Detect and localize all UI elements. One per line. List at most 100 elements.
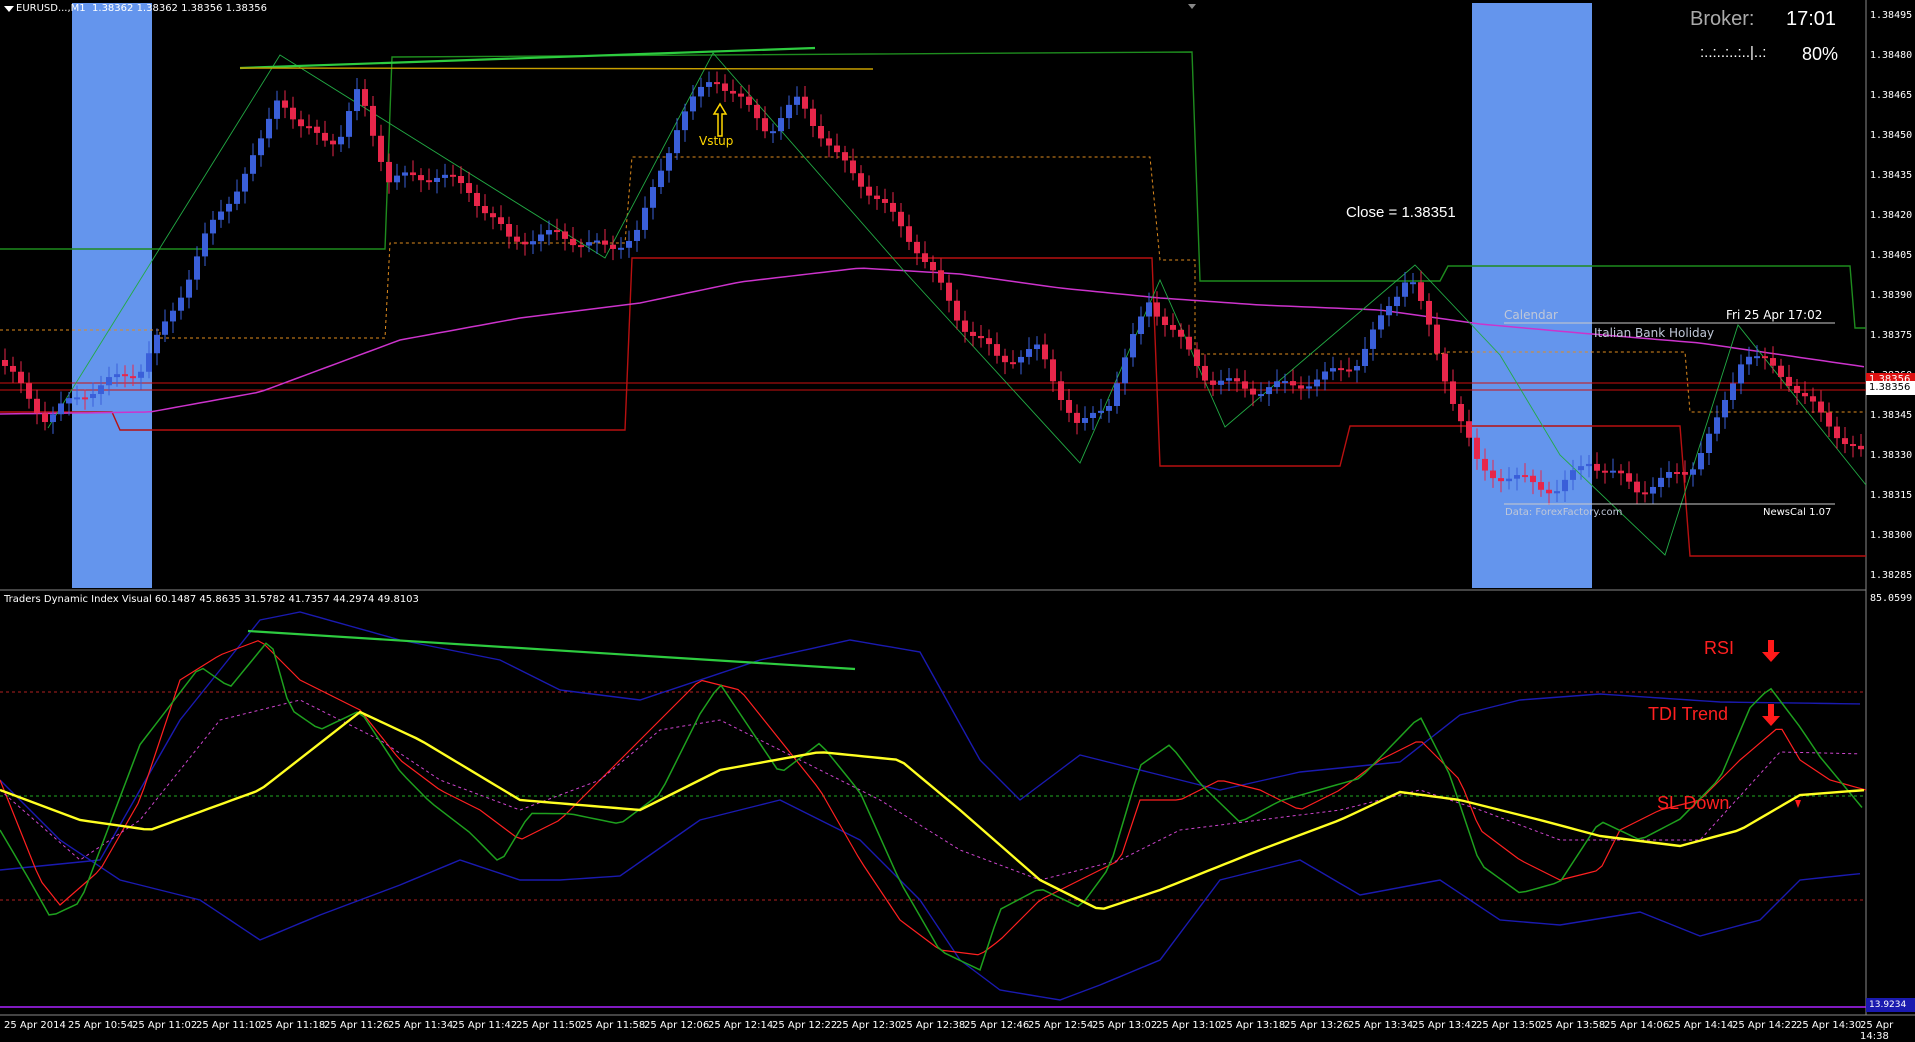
candle-body bbox=[42, 413, 48, 423]
indicator-title[interactable]: Traders Dynamic Index Visual 60.1487 45.… bbox=[4, 594, 419, 605]
sl-down-arrow-icon bbox=[1795, 800, 1801, 808]
candle-body bbox=[1162, 316, 1168, 326]
candle-body bbox=[954, 300, 960, 321]
tdi-signal-line bbox=[0, 640, 1867, 956]
candle-body bbox=[98, 385, 104, 395]
tdi-trade-signal-line bbox=[0, 699, 1861, 881]
candle-body bbox=[714, 82, 720, 85]
candle-body bbox=[418, 175, 424, 181]
candle-body bbox=[1762, 356, 1768, 359]
candle-body bbox=[1626, 473, 1632, 482]
candle-body bbox=[618, 247, 624, 250]
price-scale-tick: 1.38330 bbox=[1870, 450, 1913, 461]
candle-body bbox=[1770, 358, 1776, 366]
candle-body bbox=[890, 202, 896, 212]
tdi-trend-label: TDI Trend bbox=[1648, 704, 1729, 724]
candle-body bbox=[1250, 388, 1256, 395]
time-axis-tick: 25 Apr 14:06 bbox=[1604, 1020, 1670, 1031]
candle-body bbox=[122, 374, 128, 377]
candle-body bbox=[90, 394, 96, 399]
price-scale-tick: 1.38480 bbox=[1870, 50, 1913, 61]
candle-body bbox=[1714, 417, 1720, 434]
candle-progress-bar: :..:..:..:..|..: bbox=[1700, 44, 1767, 61]
candle-body bbox=[114, 374, 120, 378]
candle-body bbox=[58, 403, 64, 415]
candle-body bbox=[602, 240, 608, 245]
candle-body bbox=[466, 183, 472, 193]
candle-body bbox=[218, 211, 224, 220]
candle-body bbox=[34, 398, 40, 414]
candle-body bbox=[1106, 405, 1112, 411]
candle-body bbox=[1410, 282, 1416, 285]
candle-body bbox=[1658, 477, 1664, 487]
candle-body bbox=[1338, 368, 1344, 371]
candle-body bbox=[1530, 475, 1536, 483]
candle-body bbox=[866, 186, 872, 196]
candle-body bbox=[458, 176, 464, 184]
time-axis-tick: 25 Apr 12:22 bbox=[772, 1020, 838, 1031]
price-scale-tick: 1.38450 bbox=[1870, 130, 1913, 141]
candle-body bbox=[1570, 470, 1576, 480]
symbol-dropdown-icon[interactable] bbox=[4, 6, 14, 12]
candle-body bbox=[786, 104, 792, 119]
candle-body bbox=[1514, 475, 1520, 479]
candle-body bbox=[130, 376, 136, 379]
candle-body bbox=[810, 108, 816, 126]
time-axis-tick: 25 Apr 13:10 bbox=[1156, 1020, 1222, 1031]
candle-body bbox=[1098, 410, 1104, 413]
candle-body bbox=[74, 397, 80, 400]
candle-body bbox=[378, 135, 384, 162]
candle-body bbox=[1418, 282, 1424, 301]
candle-body bbox=[834, 145, 840, 153]
indicator-bottom-marker: 13.9234 bbox=[1866, 998, 1915, 1012]
newscal-version: NewsCal 1.07 bbox=[1763, 507, 1832, 518]
candle-body bbox=[1594, 463, 1600, 471]
price-scale-tick: 1.38405 bbox=[1870, 250, 1913, 261]
candle-body bbox=[1482, 458, 1488, 471]
time-axis-tick: 25 Apr 13:42 bbox=[1412, 1020, 1478, 1031]
candle-body bbox=[1034, 344, 1040, 350]
time-axis-tick: 25 Apr 12:14 bbox=[708, 1020, 774, 1031]
candle-body bbox=[922, 253, 928, 263]
broker-time: 17:01 bbox=[1786, 8, 1837, 30]
candle-body bbox=[1210, 380, 1216, 385]
event-name[interactable]: Italian Bank Holiday bbox=[1594, 326, 1714, 340]
candle-body bbox=[1650, 486, 1656, 494]
candle-body bbox=[938, 270, 944, 283]
candle-body bbox=[818, 125, 824, 139]
time-axis-tick: 25 Apr 12:38 bbox=[900, 1020, 966, 1031]
indicator-bottom-text: 13.9234 bbox=[1869, 1000, 1907, 1010]
candle-body bbox=[1802, 392, 1808, 397]
candle-body bbox=[1186, 336, 1192, 350]
candle-body bbox=[1754, 356, 1760, 359]
candle-body bbox=[1058, 381, 1064, 400]
candle-body bbox=[1522, 475, 1528, 478]
candle-body bbox=[194, 256, 200, 280]
session-highlight-1 bbox=[72, 3, 152, 588]
candle-body bbox=[842, 152, 848, 161]
time-axis-tick: 25 Apr 12:06 bbox=[644, 1020, 710, 1031]
candle-body bbox=[1170, 325, 1176, 330]
candle-body bbox=[1042, 344, 1048, 360]
candle-body bbox=[1578, 466, 1584, 471]
price-scale-tick: 1.38315 bbox=[1870, 490, 1913, 501]
candle-body bbox=[1130, 334, 1136, 358]
candle-body bbox=[682, 111, 688, 131]
price-scale-tick: 1.38420 bbox=[1870, 210, 1913, 221]
candle-body bbox=[1402, 282, 1408, 297]
candle-body bbox=[298, 119, 304, 127]
candle-body bbox=[1682, 472, 1688, 475]
candle-body bbox=[506, 224, 512, 237]
candle-body bbox=[1050, 359, 1056, 382]
candle-body bbox=[1426, 300, 1432, 325]
chart-symbol[interactable]: EURUSD...,M1 1.38362 1.38362 1.38356 1.3… bbox=[16, 3, 267, 14]
trend-down-arrow-icon bbox=[1762, 704, 1780, 726]
candle-body bbox=[1018, 356, 1024, 363]
candle-body bbox=[826, 138, 832, 146]
bid-price-marker: 1.38356 bbox=[1866, 381, 1915, 395]
candle-body bbox=[1394, 296, 1400, 307]
candle-body bbox=[1330, 368, 1336, 372]
rsi-label: RSI bbox=[1704, 638, 1735, 658]
candle-body bbox=[402, 172, 408, 176]
chart-canvas[interactable] bbox=[0, 0, 1915, 1037]
